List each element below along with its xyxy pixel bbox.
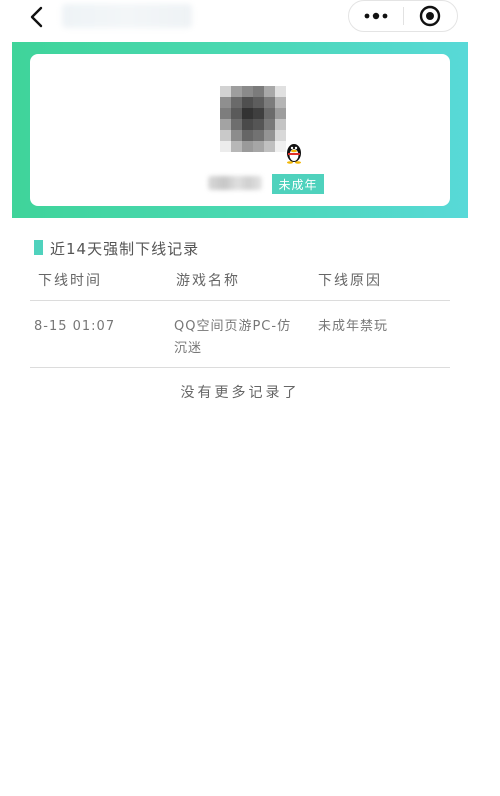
profile-card: 未成年 xyxy=(30,54,450,206)
header-divider xyxy=(30,300,450,301)
more-button[interactable] xyxy=(349,1,403,31)
chevron-left-icon xyxy=(30,6,43,28)
header-game-name: 游戏名称 xyxy=(176,273,240,289)
target-circle-icon xyxy=(420,5,441,27)
profile-banner: 未成年 xyxy=(12,42,468,218)
row-game-name-line1: QQ空间页游PC-仿 xyxy=(174,319,292,334)
more-dots-icon xyxy=(364,12,388,20)
row-game-name-line2: 沉迷 xyxy=(174,341,203,356)
qq-penguin-icon xyxy=(284,142,304,164)
section-title: 近14天强制下线记录 xyxy=(50,240,200,258)
no-more-records-text: 没有更多记录了 xyxy=(180,385,300,401)
row-divider xyxy=(30,367,450,368)
username-blurred xyxy=(208,176,262,190)
row-offline-reason: 未成年禁玩 xyxy=(318,319,389,334)
top-nav-bar xyxy=(0,0,500,36)
avatar xyxy=(220,86,286,152)
row-offline-time: 8-15 01:07 xyxy=(34,319,116,334)
close-button[interactable] xyxy=(403,1,457,31)
header-offline-reason: 下线原因 xyxy=(318,273,382,289)
back-button[interactable] xyxy=(22,2,52,32)
header-offline-time: 下线时间 xyxy=(38,273,102,289)
minor-status-badge: 未成年 xyxy=(272,174,324,194)
section-accent-bar xyxy=(34,240,43,255)
page-title-blurred xyxy=(62,4,192,28)
mini-program-capsule xyxy=(348,0,458,32)
